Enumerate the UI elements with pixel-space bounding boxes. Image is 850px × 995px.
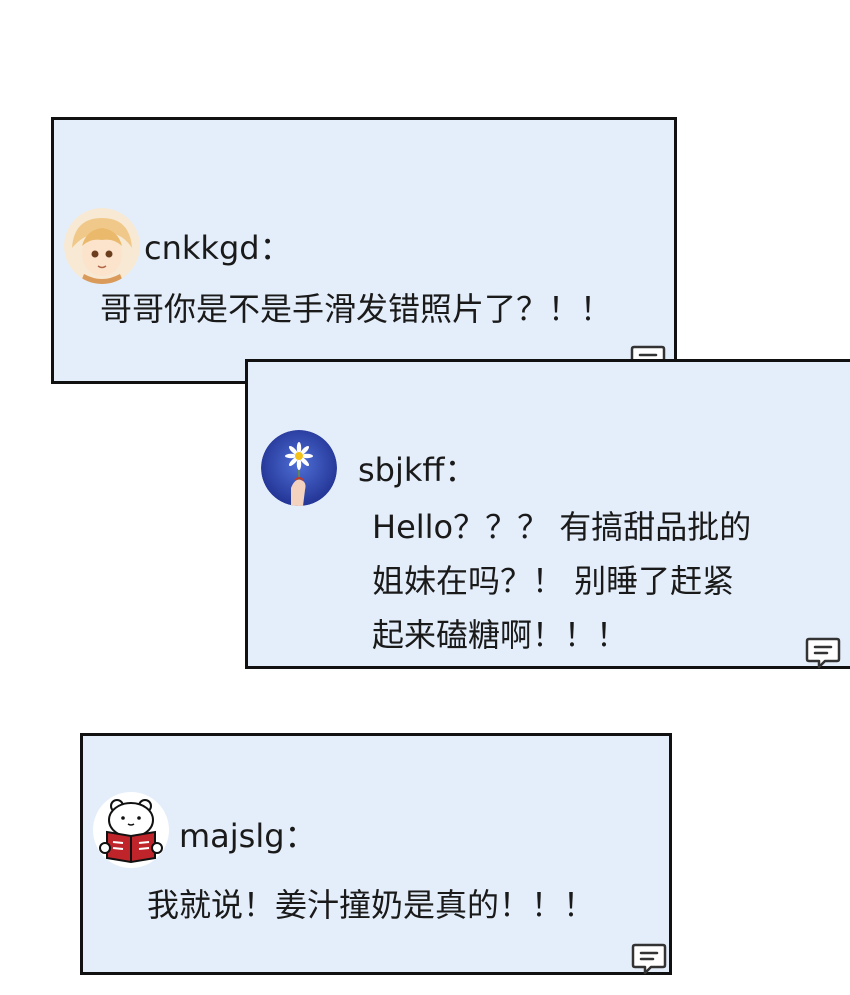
comment-bubble-icon[interactable] (631, 942, 667, 976)
anime-boy-avatar-icon (64, 208, 140, 284)
username[interactable]: sbjkff： (358, 454, 476, 486)
comment-bubble-icon[interactable] (805, 636, 841, 670)
comment-line: 姐妹在吗？！ 别睡了赶紧 (372, 562, 735, 600)
username[interactable]: majslg： (179, 820, 317, 852)
comment-card-cnkkgd: cnkkgd： 哥哥你是不是手滑发错照片了？！！ (51, 117, 677, 384)
comment-line: Hello？？？ 有搞甜品批的 (372, 508, 752, 546)
avatar[interactable] (261, 430, 337, 506)
daisy-flower-avatar-icon (261, 430, 337, 506)
avatar[interactable] (64, 208, 140, 284)
username[interactable]: cnkkgd： (144, 232, 292, 264)
comment-line: 我就说！姜汁撞奶是真的！！！ (147, 886, 596, 924)
comment-text: 我就说！姜汁撞奶是真的！！！ (147, 878, 595, 932)
bear-reading-book-avatar-icon (93, 792, 169, 868)
comment-card-majslg: majslg： 我就说！姜汁撞奶是真的！！！ (80, 733, 672, 975)
comment-text: 哥哥你是不是手滑发错照片了？！！ (100, 282, 612, 336)
comment-line: 起来磕糖啊！！！ (372, 616, 629, 654)
comment-line: 哥哥你是不是手滑发错照片了？！！ (100, 290, 613, 328)
comment-text: Hello？？？ 有搞甜品批的 姐妹在吗？！ 别睡了赶紧 起来磕糖啊！！！ (372, 500, 751, 662)
comment-card-sbjkff: sbjkff： Hello？？？ 有搞甜品批的 姐妹在吗？！ 别睡了赶紧 起来磕… (245, 359, 850, 669)
avatar[interactable] (93, 792, 169, 868)
